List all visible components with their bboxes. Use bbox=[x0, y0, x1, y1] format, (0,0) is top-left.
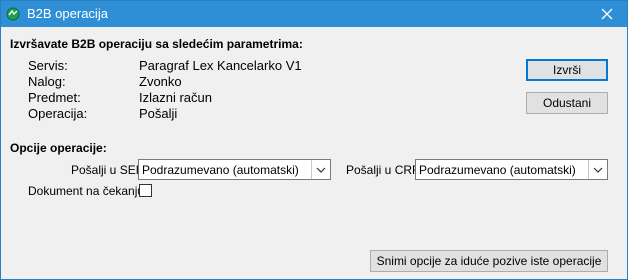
crf-label: Pošalji u CRF: bbox=[346, 163, 423, 177]
pending-label: Dokument na čekanju: bbox=[28, 184, 148, 198]
title-bar: B2B operacija bbox=[1, 1, 627, 27]
param-value-predmet: Izlazni račun bbox=[139, 90, 212, 105]
close-icon bbox=[601, 8, 613, 20]
dialog-heading: Izvršavate B2B operaciju sa sledećim par… bbox=[10, 37, 303, 51]
crf-select[interactable]: Podrazumevano (automatski) bbox=[415, 159, 608, 180]
param-value-operacija: Pošalji bbox=[139, 106, 178, 121]
options-heading: Opcije operacije: bbox=[10, 141, 107, 155]
chevron-down-icon bbox=[588, 160, 607, 179]
param-value-nalog: Zvonko bbox=[139, 74, 182, 89]
save-options-button[interactable]: Snimi opcije za iduće pozive iste operac… bbox=[370, 250, 608, 272]
chevron-down-icon bbox=[311, 160, 330, 179]
close-button[interactable] bbox=[587, 1, 627, 27]
param-label-operacija: Operacija: bbox=[28, 106, 88, 121]
window-title: B2B operacija bbox=[27, 6, 108, 21]
sef-select[interactable]: Podrazumevano (automatski) bbox=[138, 159, 331, 180]
sef-select-value: Podrazumevano (automatski) bbox=[142, 163, 299, 177]
param-label-predmet: Predmet: bbox=[28, 90, 81, 105]
pending-checkbox[interactable] bbox=[139, 184, 152, 197]
param-label-servis: Servis: bbox=[28, 58, 68, 73]
cancel-button[interactable]: Odustani bbox=[526, 92, 608, 114]
crf-select-value: Podrazumevano (automatski) bbox=[419, 163, 576, 177]
sef-label: Pošalji u SEF: bbox=[71, 163, 147, 177]
app-logo-icon bbox=[6, 7, 20, 21]
param-value-servis: Paragraf Lex Kancelarko V1 bbox=[139, 58, 302, 73]
b2b-dialog: B2B operacija Izvršavate B2B operaciju s… bbox=[0, 0, 628, 280]
param-label-nalog: Nalog: bbox=[28, 74, 66, 89]
execute-button[interactable]: Izvrši bbox=[526, 59, 608, 81]
